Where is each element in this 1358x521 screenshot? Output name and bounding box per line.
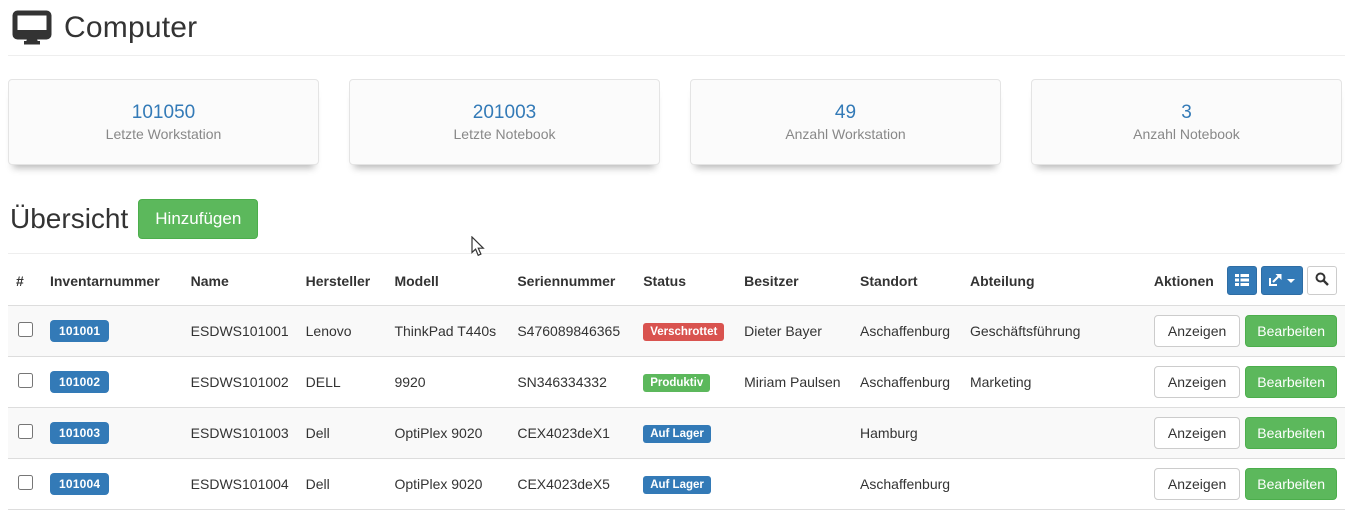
row-select-checkbox[interactable] — [18, 475, 33, 490]
cell-department: Marketing — [962, 357, 1146, 408]
col-header-aktionen: Aktionen — [1154, 273, 1214, 289]
export-icon — [1269, 273, 1282, 289]
col-header-seriennummer: Seriennummer — [509, 254, 635, 306]
search-icon — [1315, 272, 1329, 289]
edit-button[interactable]: Bearbeiten — [1245, 468, 1337, 500]
col-header-standort: Standort — [852, 254, 962, 306]
export-button[interactable] — [1261, 266, 1303, 295]
cell-model: 9920 — [386, 357, 509, 408]
cell-serial: CEX4023deX5 — [509, 459, 635, 510]
row-select-checkbox[interactable] — [18, 424, 33, 439]
row-select-checkbox[interactable] — [18, 373, 33, 388]
col-header-hersteller: Hersteller — [298, 254, 387, 306]
status-badge: Auf Lager — [643, 476, 711, 494]
col-header-abteilung: Abteilung — [962, 254, 1146, 306]
cell-name: ESDWS101003 — [183, 408, 298, 459]
inventory-table: # Inventarnummer Name Hersteller Modell … — [8, 254, 1345, 510]
cell-location: Aschaffenburg — [852, 306, 962, 357]
table-row: 101003 ESDWS101003 Dell OptiPlex 9020 CE… — [8, 408, 1345, 459]
cell-manufacturer: Dell — [298, 408, 387, 459]
edit-button[interactable]: Bearbeiten — [1245, 366, 1337, 398]
cell-department — [962, 459, 1146, 510]
cell-location: Hamburg — [852, 408, 962, 459]
stat-label: Letzte Workstation — [106, 126, 222, 142]
cell-serial: SN346334332 — [509, 357, 635, 408]
stat-value: 3 — [1181, 102, 1192, 125]
cell-owner: Miriam Paulsen — [736, 357, 852, 408]
table-toolbar — [1227, 266, 1337, 295]
cell-owner — [736, 408, 852, 459]
page-header: Computer — [8, 10, 1345, 46]
edit-button[interactable]: Bearbeiten — [1245, 417, 1337, 449]
stat-label: Anzahl Notebook — [1133, 126, 1240, 142]
col-header-inventarnummer: Inventarnummer — [42, 254, 183, 306]
inventory-badge[interactable]: 101001 — [50, 320, 109, 342]
inventory-badge[interactable]: 101004 — [50, 473, 109, 495]
view-button[interactable]: Anzeigen — [1154, 366, 1240, 398]
add-button[interactable]: Hinzufügen — [138, 199, 258, 239]
table-row: 101004 ESDWS101004 Dell OptiPlex 9020 CE… — [8, 459, 1345, 510]
stat-value: 201003 — [473, 102, 536, 125]
stat-value: 49 — [835, 102, 856, 125]
columns-toggle-button[interactable] — [1227, 266, 1257, 295]
view-button[interactable]: Anzeigen — [1154, 468, 1240, 500]
table-header: # Inventarnummer Name Hersteller Modell … — [8, 254, 1345, 306]
stat-card-notebook-count: 3 Anzahl Notebook — [1031, 79, 1342, 165]
view-button[interactable]: Anzeigen — [1154, 315, 1240, 347]
table-row: 101001 ESDWS101001 Lenovo ThinkPad T440s… — [8, 306, 1345, 357]
col-header-name: Name — [183, 254, 298, 306]
cell-manufacturer: DELL — [298, 357, 387, 408]
monitor-icon — [12, 10, 52, 46]
title-divider — [8, 55, 1345, 56]
cell-name: ESDWS101004 — [183, 459, 298, 510]
inventory-badge[interactable]: 101002 — [50, 371, 109, 393]
table-row: 101002 ESDWS101002 DELL 9920 SN346334332… — [8, 357, 1345, 408]
status-badge: Verschrottet — [643, 323, 724, 341]
cell-model: OptiPlex 9020 — [386, 459, 509, 510]
caret-down-icon — [1287, 279, 1295, 283]
search-button[interactable] — [1307, 266, 1337, 295]
stat-label: Letzte Notebook — [454, 126, 556, 142]
cell-location: Aschaffenburg — [852, 459, 962, 510]
cell-name: ESDWS101002 — [183, 357, 298, 408]
col-header-select: # — [8, 254, 42, 306]
stat-cards: 101050 Letzte Workstation 201003 Letzte … — [8, 79, 1342, 165]
cell-location: Aschaffenburg — [852, 357, 962, 408]
cell-owner — [736, 459, 852, 510]
cell-serial: S476089846365 — [509, 306, 635, 357]
list-icon — [1235, 273, 1249, 289]
row-select-checkbox[interactable] — [18, 322, 33, 337]
cell-model: ThinkPad T440s — [386, 306, 509, 357]
stat-card-last-notebook: 201003 Letzte Notebook — [349, 79, 660, 165]
stat-value: 101050 — [132, 102, 195, 125]
status-badge: Produktiv — [643, 374, 710, 392]
overview-header: Übersicht Hinzufügen — [8, 199, 1345, 239]
stat-card-workstation-count: 49 Anzahl Workstation — [690, 79, 1001, 165]
status-badge: Auf Lager — [643, 425, 711, 443]
view-button[interactable]: Anzeigen — [1154, 417, 1240, 449]
inventory-badge[interactable]: 101003 — [50, 422, 109, 444]
edit-button[interactable]: Bearbeiten — [1245, 315, 1337, 347]
col-header-besitzer: Besitzer — [736, 254, 852, 306]
cell-manufacturer: Dell — [298, 459, 387, 510]
stat-card-last-workstation: 101050 Letzte Workstation — [8, 79, 319, 165]
cell-model: OptiPlex 9020 — [386, 408, 509, 459]
cell-manufacturer: Lenovo — [298, 306, 387, 357]
cell-serial: CEX4023deX1 — [509, 408, 635, 459]
col-header-status: Status — [635, 254, 736, 306]
overview-title: Übersicht — [10, 203, 128, 235]
col-header-modell: Modell — [386, 254, 509, 306]
cell-department — [962, 408, 1146, 459]
stat-label: Anzahl Workstation — [785, 126, 905, 142]
cell-name: ESDWS101001 — [183, 306, 298, 357]
page-container: Computer 101050 Letzte Workstation 20100… — [0, 0, 1358, 510]
cell-owner: Dieter Bayer — [736, 306, 852, 357]
cell-department: Geschäftsführung — [962, 306, 1146, 357]
page-title: Computer — [64, 11, 197, 45]
